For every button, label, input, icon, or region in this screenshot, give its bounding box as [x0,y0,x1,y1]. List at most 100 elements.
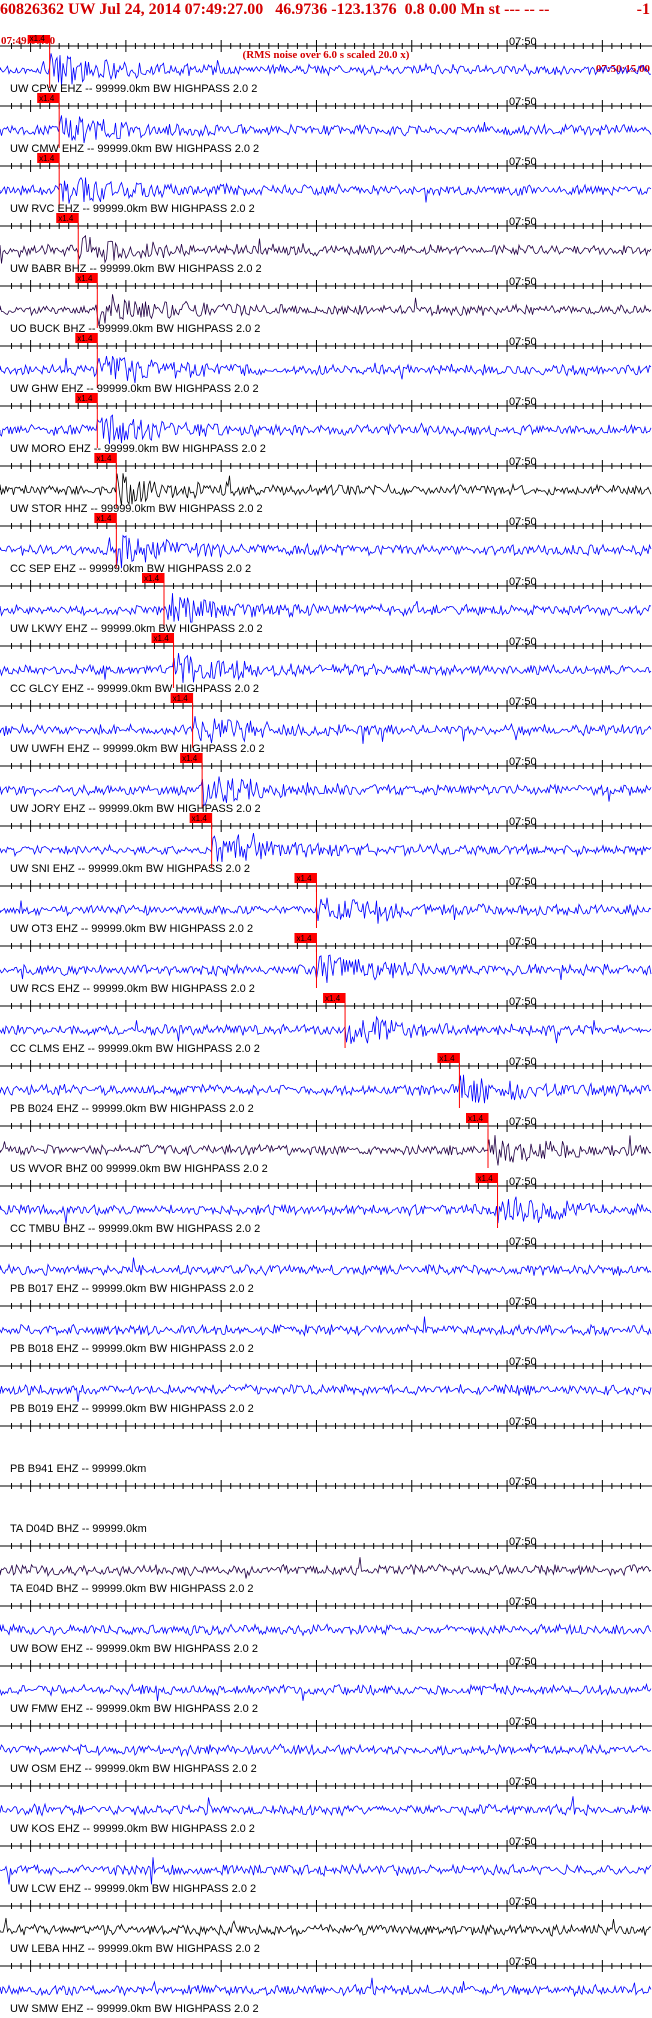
time-mark-label: 07:50 [509,1896,537,1908]
station-label: CC SEP EHZ -- 99999.0km BW HIGHPASS 2.0 … [10,563,251,575]
station-label: UW LEBA HHZ -- 99999.0km BW HIGHPASS 2.0… [10,1943,260,1955]
waveform-trace [0,1917,652,1938]
trace-row: 07:50 x1.4 CC TMBU BHZ -- 99999.0km BW HIG… [0,1173,652,1235]
event-line: 60826362 UW Jul 24, 2014 07:49:27.00 46.… [0,1,550,18]
time-mark-label: 07:50 [509,1116,537,1128]
station-label: UW KOS EHZ -- 99999.0km BW HIGHPASS 2.0 … [10,1823,255,1835]
station-label: UW UWFH EHZ -- 99999.0km BW HIGHPASS 2.0… [10,743,265,755]
time-mark-label: 07:50 [509,1476,537,1488]
waveform-trace [0,954,652,983]
time-range-header: 07:49:07.00 (RMS noise over 6.0 s scaled… [0,20,652,75]
time-mark-label: 07:50 [509,1236,537,1248]
station-label: UW MORO EHZ -- 99999.0km BW HIGHPASS 2.0… [10,443,266,455]
time-mark-label: 07:50 [509,816,537,828]
station-label: UW STOR HHZ -- 99999.0km BW HIGHPASS 2.0… [10,503,263,515]
waveform-trace [0,1977,652,1998]
time-mark-label: 07:50 [509,1656,537,1668]
pick-label: x1.4 [325,994,341,1003]
time-mark-label: 07:50 [509,156,537,168]
station-label: UW OT3 EHZ -- 99999.0km BW HIGHPASS 2.0 … [10,923,253,935]
station-label: CC TMBU BHZ -- 99999.0km BW HIGHPASS 2.0… [10,1223,260,1235]
trace-row: 07:50 UW FMW EHZ -- 99999.0km BW HIGHPASS… [0,1656,652,1715]
time-mark-label: 07:50 [509,696,537,708]
station-label: UW LKWY EHZ -- 99999.0km BW HIGHPASS 2.0… [10,623,263,635]
event-flag: -1 [636,1,650,18]
waveform-trace [0,897,652,924]
trace-row: 07:50 PB B018 EHZ -- 99999.0km BW HIGHPAS… [0,1296,652,1355]
waveform-trace [0,1623,652,1637]
time-mark-label: 07:50 [509,1536,537,1548]
station-label: PB B024 EHZ -- 99999.0km BW HIGHPASS 2.0… [10,1103,254,1115]
time-mark-label: 07:50 [509,876,537,888]
station-label: UW BABR BHZ -- 99999.0km BW HIGHPASS 2.0… [10,263,262,275]
pick-label: x1.4 [96,514,112,523]
trace-row: 07:50 UW KOS EHZ -- 99999.0km BW HIGHPASS… [0,1776,652,1835]
time-mark-label: 07:50 [509,276,537,288]
waveform-trace [0,1196,652,1224]
time-mark-label: 07:50 [509,996,537,1008]
trace-row: 07:50 PB B019 EHZ -- 99999.0km BW HIGHPAS… [0,1356,652,1415]
trace-row: 07:50 TA D04D BHZ -- 99999.0km [0,1476,652,1535]
time-mark-label: 07:50 [509,1716,537,1728]
trace-row: 07:50 x1.4 UW OT3 EHZ -- 99999.0km BW HIGH… [0,873,652,935]
waveform-trace [0,833,652,863]
pick-label: x1.4 [77,274,93,283]
trace-row: 07:50 x1.4 US WVOR BHZ 00 99999.0km BW HIG… [0,1113,652,1175]
time-mark-label: 07:50 [509,1056,537,1068]
pick-label: x1.4 [77,394,93,403]
waveform-trace [0,115,652,144]
station-label: UW LCW EHZ -- 99999.0km BW HIGHPASS 2.0 … [10,1883,256,1895]
pick-label: x1.4 [478,1174,494,1183]
pick-label: x1.4 [192,814,208,823]
trace-row: 07:50 TA E04D BHZ -- 99999.0km BW HIGHPAS… [0,1536,652,1595]
time-mark-label: 07:50 [509,576,537,588]
time-mark-label: 07:50 [509,756,537,768]
pick-label: x1.4 [30,35,46,43]
waveform-trace [0,1557,652,1579]
event-header: 60826362 UW Jul 24, 2014 07:49:27.00 46.… [0,0,652,20]
waveform-trace [0,234,652,264]
waveform-trace [0,1074,652,1104]
time-mark-label: 07:50 [509,96,537,108]
pick-label: x1.4 [96,454,112,463]
trace-row: 07:50 UW BOW EHZ -- 99999.0km BW HIGHPASS… [0,1596,652,1655]
waveform-trace [0,53,652,86]
trace-row: 07:50 x1.4 UW JORY EHZ -- 99999.0km BW HIG… [0,753,652,815]
station-label: PB B941 EHZ -- 99999.0km [10,1463,146,1475]
pick-label: x1.4 [58,214,74,223]
trace-row: 07:50 x1.4 PB B024 EHZ -- 99999.0km BW HIG… [0,1053,652,1115]
trace-row: 07:50 x1.4 UW BABR BHZ -- 99999.0km BW HIG… [0,213,652,275]
station-label: UW SMW EHZ -- 99999.0km BW HIGHPASS 2.0 … [10,2003,259,2015]
trace-row: 07:50 UW OSM EHZ -- 99999.0km BW HIGHPASS… [0,1716,652,1775]
waveform-trace [0,1383,652,1402]
station-label: TA E04D BHZ -- 99999.0km BW HIGHPASS 2.0… [10,1583,254,1595]
waveform-trace [0,716,652,744]
waveform-trace [0,652,652,683]
trace-row: 07:50 x1.4 UW STOR HHZ -- 99999.0km BW HIG… [0,453,652,515]
trace-row: 07:50x1.4UW CPW EHZ -- 99999.0km BW HIGH… [0,35,652,95]
station-label: UO BUCK BHZ -- 99999.0km BW HIGHPASS 2.0… [10,323,260,335]
trace-row: 07:50 x1.4 UW MORO EHZ -- 99999.0km BW HIG… [0,393,652,455]
trace-row: 07:50 UW SMW EHZ -- 99999.0km BW HIGHPASS… [0,1956,652,2015]
pick-label: x1.4 [182,754,198,763]
station-label: PB B019 EHZ -- 99999.0km BW HIGHPASS 2.0… [10,1403,254,1415]
waveform-trace [0,593,652,623]
time-mark-label: 07:50 [509,1296,537,1308]
trace-row: 07:50 x1.4 UW UWFH EHZ -- 99999.0km BW HIG… [0,693,652,755]
pick-label: x1.4 [468,1114,484,1123]
pick-label: x1.4 [39,94,55,103]
station-label: UW GHW EHZ -- 99999.0km BW HIGHPASS 2.0 … [10,383,259,395]
trace-row: 07:50 UW LCW EHZ -- 99999.0km BW HIGHPASS… [0,1836,652,1895]
trace-row: 07:50 x1.4 CC GLCY EHZ -- 99999.0km BW HIG… [0,633,652,695]
waveform-trace [0,1135,652,1166]
station-label: CC GLCY EHZ -- 99999.0km BW HIGHPASS 2.0… [10,683,259,695]
time-mark-label: 07:50 [509,1836,537,1848]
trace-row: 07:50 x1.4 UW RVC EHZ -- 99999.0km BW HIGH… [0,153,652,215]
station-label: UW BOW EHZ -- 99999.0km BW HIGHPASS 2.0 … [10,1643,258,1655]
waveform-trace [0,1742,652,1758]
waveform-trace [0,1015,652,1044]
station-label: UW FMW EHZ -- 99999.0km BW HIGHPASS 2.0 … [10,1703,258,1715]
station-label: UW OSM EHZ -- 99999.0km BW HIGHPASS 2.0 … [10,1763,257,1775]
station-label: PB B018 EHZ -- 99999.0km BW HIGHPASS 2.0… [10,1343,254,1355]
station-label: UW RVC EHZ -- 99999.0km BW HIGHPASS 2.0 … [10,203,255,215]
